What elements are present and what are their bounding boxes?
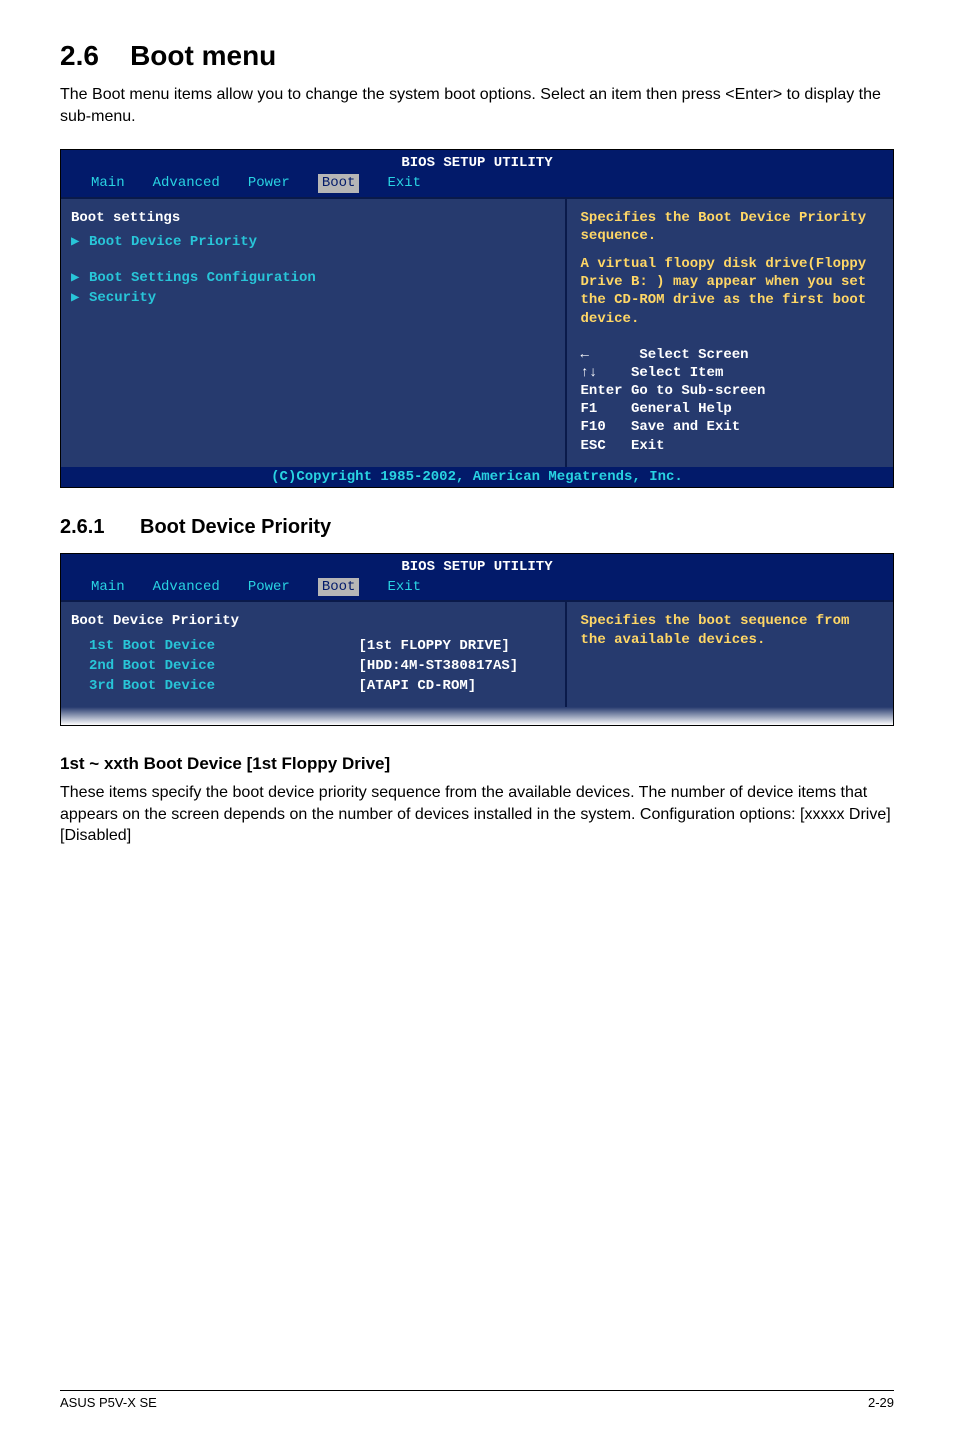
legend-select-screen: ← Select Screen bbox=[581, 346, 879, 364]
footer-product: ASUS P5V-X SE bbox=[60, 1395, 157, 1410]
setting-detail-paragraph: These items specify the boot device prio… bbox=[60, 782, 894, 847]
section-title-text: Boot menu bbox=[130, 40, 276, 71]
menu-item-label: Boot Device Priority bbox=[89, 233, 549, 251]
legend-f10: F10 Save and Exit bbox=[581, 418, 879, 436]
setting-2nd-boot-device[interactable]: 2nd Boot Device [HDD:4M-ST380817AS] bbox=[71, 657, 549, 675]
setting-label: 1st Boot Device bbox=[89, 637, 359, 655]
help-description-2: A virtual floopy disk drive(Floppy Drive… bbox=[581, 255, 879, 328]
subsection-title-text: Boot Device Priority bbox=[140, 516, 331, 538]
bios-utility-title: BIOS SETUP UTILITY bbox=[61, 152, 893, 174]
setting-1st-boot-device[interactable]: 1st Boot Device [1st FLOPPY DRIVE] bbox=[71, 637, 549, 655]
help-description-1: Specifies the Boot Device Priority seque… bbox=[581, 209, 879, 245]
bios-copyright: (C)Copyright 1985-2002, American Megatre… bbox=[61, 467, 893, 487]
tab-advanced[interactable]: Advanced bbox=[153, 174, 220, 192]
tab-main[interactable]: Main bbox=[91, 174, 125, 192]
help-description: Specifies the boot sequence from the ava… bbox=[581, 612, 879, 648]
menu-item-label: Security bbox=[89, 289, 549, 307]
bios-screenshot-boot-device-priority: BIOS SETUP UTILITY Main Advanced Power B… bbox=[60, 553, 894, 726]
bios-left-panel: Boot Device Priority 1st Boot Device [1s… bbox=[61, 602, 567, 707]
setting-3rd-boot-device[interactable]: 3rd Boot Device [ATAPI CD-ROM] bbox=[71, 677, 549, 695]
bios-panels: Boot settings ▶ Boot Device Priority ▶ B… bbox=[61, 197, 893, 467]
bios-panels: Boot Device Priority 1st Boot Device [1s… bbox=[61, 600, 893, 707]
subsection-heading: 2.6.1Boot Device Priority bbox=[60, 516, 894, 539]
legend-esc: ESC Exit bbox=[581, 437, 879, 455]
bios-left-panel: Boot settings ▶ Boot Device Priority ▶ B… bbox=[61, 199, 567, 467]
setting-value: [1st FLOPPY DRIVE] bbox=[359, 637, 549, 655]
setting-label: 3rd Boot Device bbox=[89, 677, 359, 695]
tab-boot[interactable]: Boot bbox=[318, 174, 360, 192]
tab-exit[interactable]: Exit bbox=[387, 174, 421, 192]
menu-item-boot-settings-configuration[interactable]: ▶ Boot Settings Configuration bbox=[71, 269, 549, 287]
setting-label: 2nd Boot Device bbox=[89, 657, 359, 675]
submenu-arrow-icon: ▶ bbox=[71, 269, 89, 287]
section-number: 2.6 bbox=[60, 40, 99, 71]
tab-power[interactable]: Power bbox=[248, 174, 290, 192]
bios-screenshot-boot-settings: BIOS SETUP UTILITY Main Advanced Power B… bbox=[60, 149, 894, 488]
tab-advanced[interactable]: Advanced bbox=[153, 578, 220, 596]
footer-page-number: 2-29 bbox=[868, 1395, 894, 1410]
legend-f1: F1 General Help bbox=[581, 400, 879, 418]
bios-utility-title: BIOS SETUP UTILITY bbox=[61, 556, 893, 578]
menu-item-security[interactable]: ▶ Security bbox=[71, 289, 549, 307]
bios-topbar: BIOS SETUP UTILITY Main Advanced Power B… bbox=[61, 554, 893, 600]
bios-tabs: Main Advanced Power Boot Exit bbox=[61, 174, 893, 196]
menu-item-label: Boot Settings Configuration bbox=[89, 269, 549, 287]
section-heading: 2.6 Boot menu bbox=[60, 40, 894, 72]
menu-item-boot-device-priority[interactable]: ▶ Boot Device Priority bbox=[71, 233, 549, 251]
intro-paragraph: The Boot menu items allow you to change … bbox=[60, 84, 894, 127]
boot-settings-header: Boot settings bbox=[71, 209, 549, 227]
legend-select-item: ↑↓ Select Item bbox=[581, 364, 879, 382]
tab-main[interactable]: Main bbox=[91, 578, 125, 596]
key-legend: ← Select Screen ↑↓ Select Item Enter Go … bbox=[581, 346, 879, 455]
page-footer: ASUS P5V-X SE 2-29 bbox=[60, 1390, 894, 1410]
submenu-arrow-icon: ▶ bbox=[71, 233, 89, 251]
fade-gradient bbox=[61, 707, 893, 725]
boot-device-priority-header: Boot Device Priority bbox=[71, 612, 549, 630]
bios-topbar: BIOS SETUP UTILITY Main Advanced Power B… bbox=[61, 150, 893, 196]
bios-right-panel: Specifies the Boot Device Priority seque… bbox=[567, 199, 893, 467]
subsection-number: 2.6.1 bbox=[60, 516, 140, 539]
bios-tabs: Main Advanced Power Boot Exit bbox=[61, 578, 893, 600]
legend-enter: Enter Go to Sub-screen bbox=[581, 382, 879, 400]
tab-power[interactable]: Power bbox=[248, 578, 290, 596]
bios-right-panel: Specifies the boot sequence from the ava… bbox=[567, 602, 893, 707]
setting-detail-heading: 1st ~ xxth Boot Device [1st Floppy Drive… bbox=[60, 754, 894, 774]
tab-boot[interactable]: Boot bbox=[318, 578, 360, 596]
submenu-arrow-icon: ▶ bbox=[71, 289, 89, 307]
setting-value: [HDD:4M-ST380817AS] bbox=[359, 657, 549, 675]
tab-exit[interactable]: Exit bbox=[387, 578, 421, 596]
setting-value: [ATAPI CD-ROM] bbox=[359, 677, 549, 695]
